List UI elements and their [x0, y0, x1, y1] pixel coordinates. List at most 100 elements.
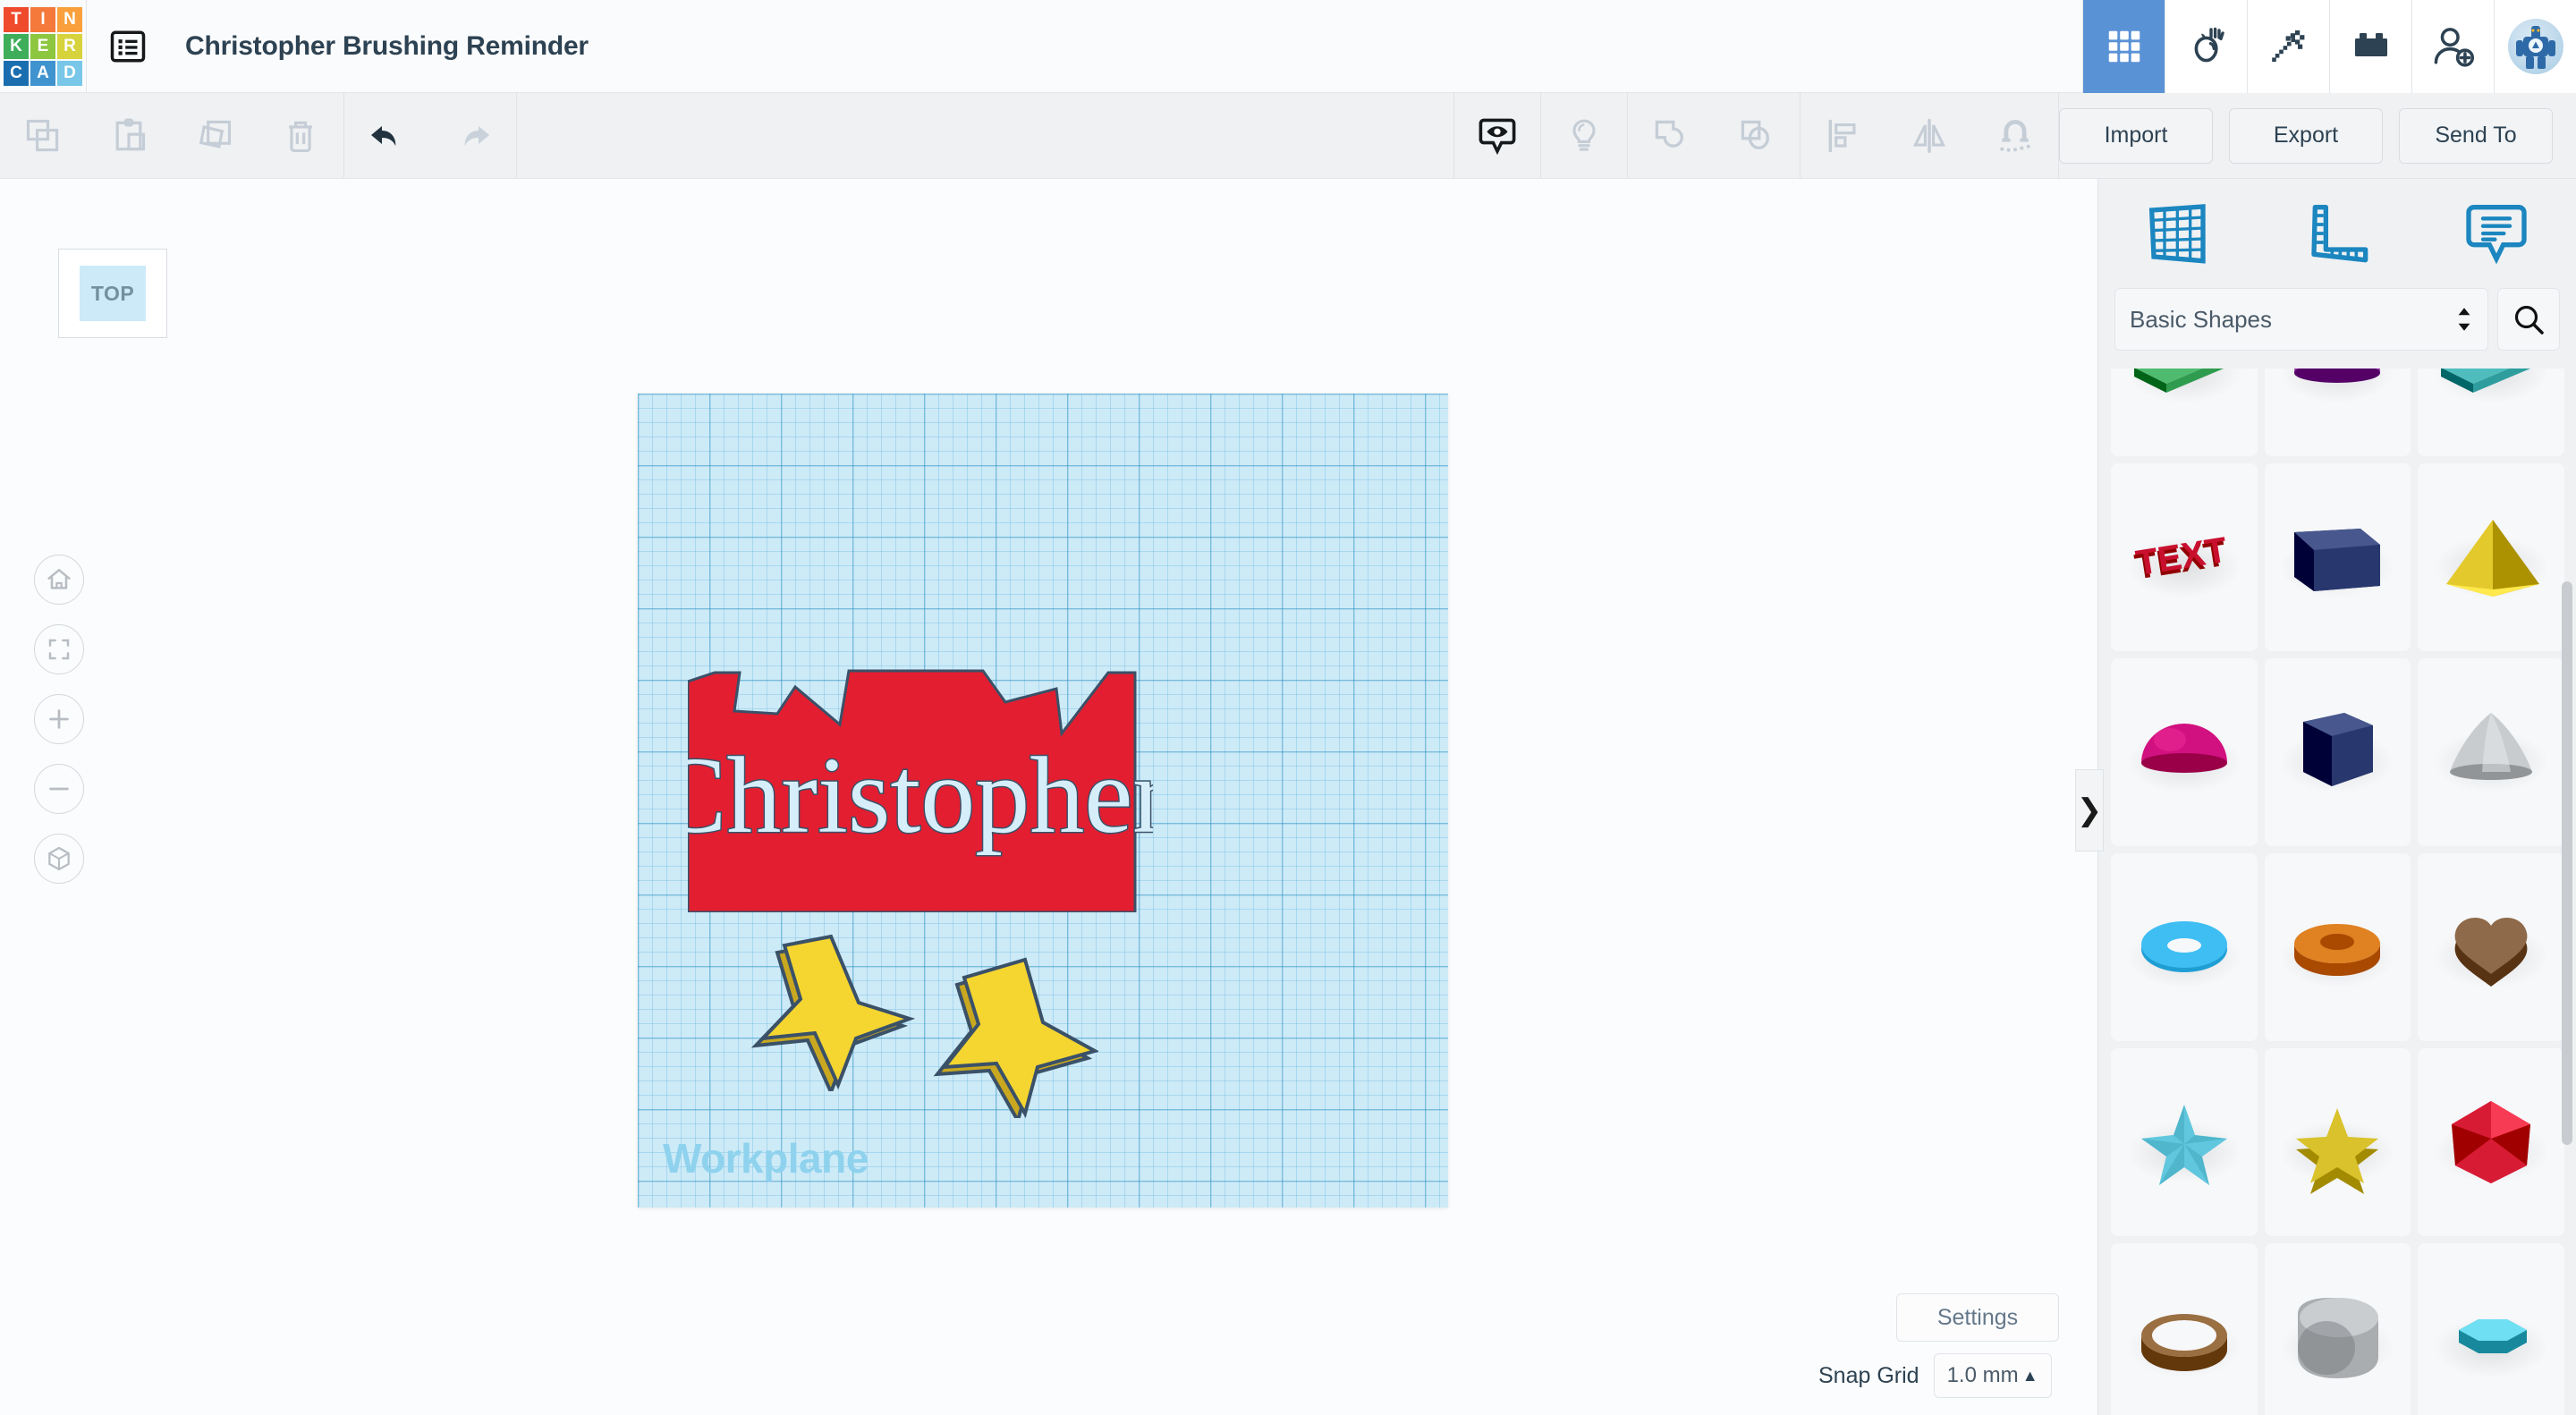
snap-grid-label: Snap Grid	[1818, 1363, 1919, 1389]
snap-magnet-button[interactable]	[1972, 93, 2058, 179]
3d-canvas[interactable]: TOP	[0, 179, 2097, 1415]
toolbar-actions: Import Export Send To	[2059, 108, 2576, 164]
fit-frame-icon	[46, 636, 72, 663]
group-icon	[1651, 116, 1690, 156]
hide-light-button[interactable]	[1541, 93, 1627, 179]
tab-workplane[interactable]	[2098, 198, 2258, 269]
shapes-panel: Basic Shapes TEXTTEXT	[2097, 179, 2576, 1415]
fit-to-view-button[interactable]	[34, 624, 84, 674]
tab-ruler[interactable]	[2258, 198, 2417, 269]
tinkercad-app: TINKERCAD Christopher Brushing Reminder	[0, 0, 2576, 1415]
redo-icon	[452, 114, 495, 157]
box-navy-shape[interactable]	[2265, 463, 2411, 651]
panel-collapse-handle[interactable]: ❯	[2075, 769, 2104, 852]
shape-category-row: Basic Shapes	[2098, 288, 2576, 367]
view-cube-label: TOP	[80, 266, 146, 321]
logo-cell-r: R	[57, 34, 82, 59]
wedge-teal-shape[interactable]	[2418, 369, 2564, 456]
snap-grid-select[interactable]: 1.0 mm ▲	[1934, 1353, 2052, 1398]
paste-button[interactable]	[86, 93, 172, 179]
import-button[interactable]: Import	[2059, 108, 2213, 164]
shape-library-scroll[interactable]: TEXTTEXT	[2098, 369, 2576, 1415]
panel-tabs	[2098, 179, 2576, 288]
star-right-top	[945, 960, 1095, 1114]
pyramid-yellow-shape[interactable]	[2418, 463, 2564, 651]
show-hide-button[interactable]	[1454, 93, 1540, 179]
lego-brick-icon-button[interactable]	[2329, 0, 2411, 93]
star-yellow-shape[interactable]	[2265, 1048, 2411, 1236]
logo-cell-n: N	[57, 7, 82, 32]
tinkercad-logo[interactable]: TINKERCAD	[0, 0, 86, 93]
undo-button[interactable]	[344, 93, 430, 179]
mirror-button[interactable]	[1886, 93, 1972, 179]
edit-toolbar: Import Export Send To	[0, 93, 2576, 179]
delete-button[interactable]	[258, 93, 343, 179]
mirror-flip-icon	[1910, 116, 1949, 156]
user-avatar-button[interactable]	[2494, 0, 2576, 93]
star-object-left[interactable]	[745, 926, 915, 1091]
ruler-icon	[2301, 198, 2373, 269]
shape-category-select[interactable]: Basic Shapes	[2114, 288, 2488, 351]
duplicate-button[interactable]	[172, 93, 258, 179]
group-button[interactable]	[1628, 93, 1714, 179]
apps-grid-icon-button[interactable]	[2082, 0, 2165, 93]
search-button[interactable]	[2497, 288, 2560, 351]
ungroup-button[interactable]	[1714, 93, 1800, 179]
redo-button[interactable]	[430, 93, 516, 179]
workplane[interactable]: Workplane Christopher	[638, 394, 1448, 1207]
polyhedron-red-shape[interactable]	[2418, 1048, 2564, 1236]
hexagonal-prism-navy-shape[interactable]	[2265, 658, 2411, 846]
page-title[interactable]: Christopher Brushing Reminder	[169, 31, 589, 62]
home-view-button[interactable]	[34, 555, 84, 605]
rounded-cube-gray-shape[interactable]	[2265, 1243, 2411, 1415]
hemisphere-pink-shape[interactable]	[2111, 658, 2258, 846]
view-cube[interactable]: TOP	[58, 249, 167, 338]
shape-panel-scrollbar[interactable]	[2562, 581, 2572, 1145]
text-shape[interactable]: TEXTTEXT	[2111, 463, 2258, 651]
app-header: TINKERCAD Christopher Brushing Reminder	[0, 0, 2576, 93]
shape-category-value: Basic Shapes	[2130, 306, 2272, 334]
send-to-button[interactable]: Send To	[2399, 108, 2553, 164]
apple-hand-learn-icon-button[interactable]	[2165, 0, 2247, 93]
text-plate-label: Christopher	[688, 735, 1153, 856]
cube-icon	[45, 844, 73, 873]
logo-cell-c: C	[4, 61, 29, 86]
polygon-teal-shape[interactable]	[2418, 1243, 2564, 1415]
copy-icon	[23, 116, 63, 156]
torus-blue-shape[interactable]	[2111, 853, 2258, 1041]
caret-up-icon: ▲	[2022, 1367, 2038, 1385]
copy-button[interactable]	[0, 93, 86, 179]
paraboloid-gray-shape[interactable]	[2418, 658, 2564, 846]
logo-cell-t: T	[4, 7, 29, 32]
logo-cell-e: E	[30, 34, 55, 59]
add-person-icon-button[interactable]	[2411, 0, 2494, 93]
settings-button[interactable]: Settings	[1896, 1293, 2059, 1342]
half-sphere-purple-shape[interactable]	[2265, 369, 2411, 456]
heart-brown-shape[interactable]	[2418, 853, 2564, 1041]
paste-icon	[109, 116, 148, 156]
star-3d-teal-shape[interactable]	[2111, 1048, 2258, 1236]
robot-avatar-icon	[2508, 19, 2563, 74]
pickaxe-minecraft-icon	[2267, 25, 2310, 68]
ring-brown-shape[interactable]	[2111, 1243, 2258, 1415]
logo-cell-k: K	[4, 34, 29, 59]
align-button[interactable]	[1801, 93, 1886, 179]
zoom-in-button[interactable]	[34, 694, 84, 744]
snap-grid-control: Snap Grid 1.0 mm ▲	[1818, 1353, 2052, 1398]
text-plate-object[interactable]: Christopher	[688, 662, 1153, 912]
export-button[interactable]: Export	[2229, 108, 2383, 164]
apps-grid-icon	[2104, 26, 2145, 67]
pickaxe-minecraft-icon-button[interactable]	[2247, 0, 2329, 93]
duplicate-icon	[195, 116, 234, 156]
chevron-updown-icon	[2455, 305, 2473, 334]
tab-notes[interactable]	[2417, 198, 2576, 269]
ungroup-icon	[1737, 116, 1776, 156]
star-object-right[interactable]	[928, 953, 1098, 1118]
tube-orange-shape[interactable]	[2265, 853, 2411, 1041]
wedge-green-shape[interactable]	[2111, 369, 2258, 456]
ortho-perspective-toggle[interactable]	[34, 834, 84, 884]
zoom-out-button[interactable]	[34, 764, 84, 814]
project-menu-button[interactable]	[87, 0, 169, 93]
shape-library-grid: TEXTTEXT	[2098, 369, 2576, 1415]
logo-cell-d: D	[57, 61, 82, 86]
